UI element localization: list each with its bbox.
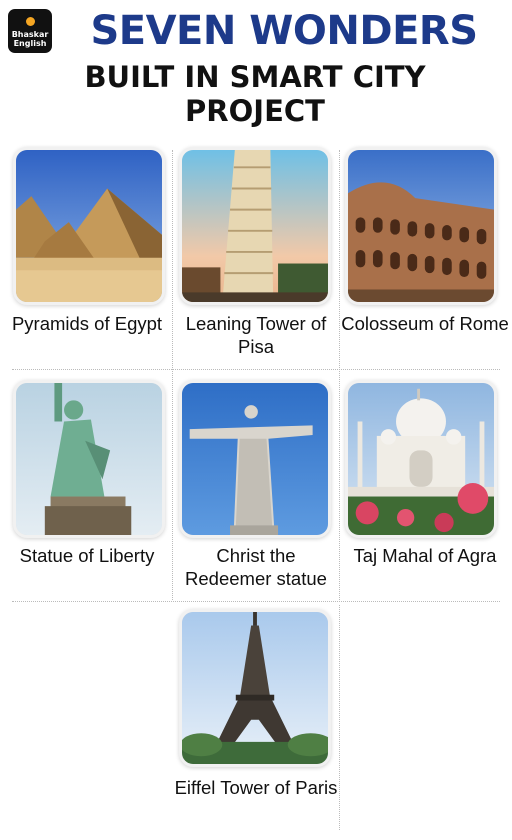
brand-logo: Bhaskar English bbox=[8, 9, 52, 53]
colosseum-photo bbox=[345, 147, 497, 305]
christ-redeemer-photo bbox=[179, 380, 331, 538]
brand-line2: English bbox=[13, 39, 47, 48]
grid-divider bbox=[12, 601, 500, 602]
wonder-label: Christ the Redeemer statue bbox=[185, 545, 327, 589]
page-subtitle: BUILT IN SMART CITY PROJECT bbox=[84, 60, 426, 128]
eiffel-tower-photo bbox=[179, 609, 331, 767]
wonder-label: Pyramids of Egypt bbox=[11, 313, 163, 334]
pisa-tower-photo bbox=[179, 147, 331, 305]
grid-divider bbox=[12, 369, 500, 370]
logo-dot-icon bbox=[26, 17, 35, 26]
wonder-label: Colosseum of Rome bbox=[341, 313, 509, 334]
statue-of-liberty-photo bbox=[13, 380, 165, 538]
brand-line1: Bhaskar bbox=[11, 30, 49, 39]
wonder-label: Leaning Tower of Pisa bbox=[185, 313, 327, 357]
pyramids-photo bbox=[13, 147, 165, 305]
wonder-label: Eiffel Tower of Paris bbox=[174, 777, 338, 798]
page-title: SEVEN WONDERS bbox=[90, 8, 478, 54]
grid-divider bbox=[339, 150, 340, 600]
wonder-label: Taj Mahal of Agra bbox=[353, 545, 497, 566]
taj-mahal-photo bbox=[345, 380, 497, 538]
wonder-label: Statue of Liberty bbox=[19, 545, 155, 566]
grid-divider bbox=[172, 150, 173, 600]
